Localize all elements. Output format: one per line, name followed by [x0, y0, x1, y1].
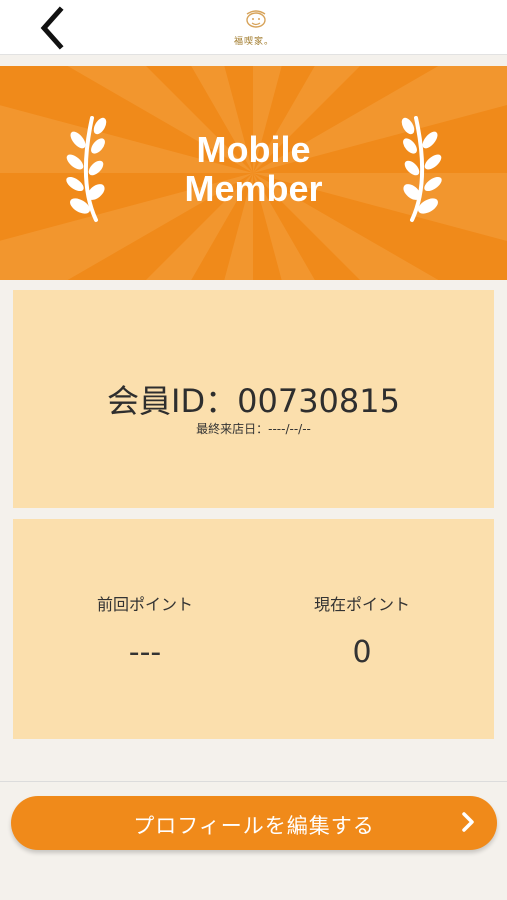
edit-profile-label: プロフィールを編集する — [133, 814, 375, 838]
chevron-right-icon — [462, 812, 474, 832]
last-visit: 最終来店日：----/--/-- — [13, 420, 494, 437]
edit-profile-button[interactable]: プロフィールを編集する — [11, 796, 497, 850]
last-visit-value: ----/--/-- — [268, 422, 311, 436]
member-banner: Mobile Member — [0, 66, 507, 280]
current-points-value: 0 — [352, 635, 372, 670]
member-id-value: 00730815 — [237, 382, 400, 420]
logo-mark-icon — [246, 10, 266, 28]
chevron-left-icon — [40, 6, 64, 50]
last-visit-label: 最終来店日： — [196, 422, 269, 436]
app-header: 福喫家。 — [0, 0, 507, 55]
previous-points-label: 前回ポイント — [96, 595, 193, 614]
member-id: 会員ID：00730815 — [13, 376, 494, 422]
brand-logo: 福喫家。 — [214, 6, 294, 48]
logo-text: 福喫家。 — [233, 37, 274, 47]
current-points-label: 現在ポイント — [313, 595, 410, 614]
previous-points-value: --- — [128, 635, 162, 670]
member-id-label: 会員ID： — [107, 382, 238, 420]
points-card: 前回ポイント --- 現在ポイント 0 — [13, 519, 494, 739]
previous-points: 前回ポイント --- — [45, 591, 245, 670]
back-button[interactable] — [34, 6, 74, 50]
member-id-card: 会員ID：00730815 最終来店日：----/--/-- — [13, 290, 494, 508]
laurel-right-icon — [401, 116, 442, 222]
current-points: 現在ポイント 0 — [262, 591, 462, 670]
footer-divider — [0, 781, 507, 782]
